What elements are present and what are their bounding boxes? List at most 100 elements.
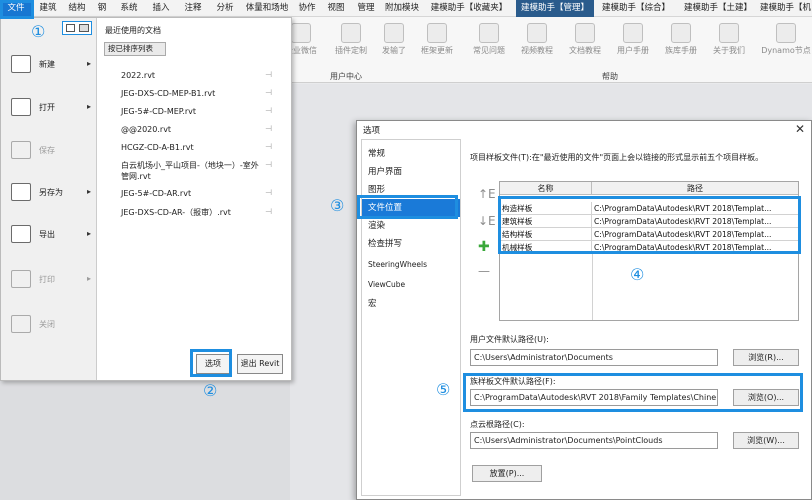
recent-file[interactable]: JEG-DXS-CD-AR-（报审）.rvt — [121, 207, 261, 218]
move-down-icon[interactable]: ↓E — [478, 214, 496, 228]
code-icon — [341, 23, 361, 43]
video-tutorial-button[interactable]: 视频教程 — [516, 23, 558, 56]
file-application-menu: 新建 ▸ 打开 ▸ 保存 另存为 ▸ 导出 ▸ 打印 ▸ 关闭 最近使用的文档 按已排序列… — [0, 17, 292, 381]
chevron-right-icon: ▸ — [86, 187, 91, 196]
chevron-right-icon: ▸ — [86, 274, 91, 283]
plugin-custom-button[interactable]: 插件定制 — [330, 23, 372, 56]
export-icon — [11, 225, 31, 243]
tab-analyze[interactable]: 分析 — [210, 0, 240, 17]
callout-number: ③ — [330, 196, 345, 215]
recent-file[interactable]: HCGZ-CD-A-B1.rvt — [121, 142, 261, 153]
column-divider — [592, 254, 593, 320]
recent-view-toggle[interactable] — [62, 21, 92, 35]
recent-file[interactable]: 2022.rvt — [121, 70, 261, 81]
tab-annotate[interactable]: 注释 — [178, 0, 208, 17]
sort-order-dropdown[interactable]: 按已排序列表 — [104, 42, 166, 56]
export-command[interactable]: 导出 ▸ — [7, 218, 93, 252]
dynamo-icon — [776, 23, 796, 43]
pin-icon[interactable]: ⊣ — [265, 88, 272, 97]
tab-view[interactable]: 视图 — [322, 0, 350, 17]
user-manual-button[interactable]: 用户手册 — [612, 23, 654, 56]
pin-icon[interactable]: ⊣ — [265, 160, 272, 169]
nav-user-interface[interactable]: 用户界面 — [362, 163, 460, 181]
save-icon — [11, 141, 31, 159]
add-icon[interactable]: ✚ — [478, 239, 490, 255]
pin-icon[interactable]: ⊣ — [265, 188, 272, 197]
callout-number: ④ — [630, 265, 645, 284]
info-icon — [719, 23, 739, 43]
tab-insert[interactable]: 插入 — [146, 0, 176, 17]
nav-rendering[interactable]: 渲染 — [362, 217, 460, 235]
tab-architecture[interactable]: 建筑 — [34, 0, 62, 17]
close-command[interactable]: 关闭 — [7, 308, 93, 342]
nav-check-spelling[interactable]: 检查拼写 — [362, 235, 460, 253]
tab-systems[interactable]: 系统 — [114, 0, 144, 17]
recent-file[interactable]: @@2020.rvt — [121, 124, 261, 135]
chevron-right-icon: ▸ — [86, 229, 91, 238]
open-command[interactable]: 打开 ▸ — [7, 91, 93, 125]
highlight-file-locations — [357, 195, 458, 219]
file-menu-commands: 新建 ▸ 打开 ▸ 保存 另存为 ▸ 导出 ▸ 打印 ▸ 关闭 — [1, 18, 97, 380]
column-header-path: 路径 — [592, 182, 798, 195]
folder-icon — [79, 24, 89, 32]
tab-helper-mep[interactable]: 建模助手【机电】 — [760, 0, 812, 17]
remove-icon[interactable]: — — [478, 264, 490, 278]
tab-helper-favorites[interactable]: 建模助手【收藏夹】 — [424, 0, 514, 17]
tab-collaborate[interactable]: 协作 — [294, 0, 320, 17]
tab-steel[interactable]: 钢 — [92, 0, 112, 17]
tab-addins[interactable]: 附加模块 — [382, 0, 422, 17]
nav-general[interactable]: 常规 — [362, 145, 460, 163]
highlight-family-template-path — [463, 373, 803, 412]
new-command[interactable]: 新建 ▸ — [7, 48, 93, 82]
group-help: 帮助 — [602, 72, 618, 81]
feedback-button[interactable]: 发输了 — [373, 23, 415, 56]
tab-helper-civil[interactable]: 建模助手【土建】 — [678, 0, 758, 17]
nav-macros[interactable]: 宏 — [362, 295, 460, 313]
recent-documents-title: 最近使用的文档 — [105, 26, 161, 35]
nav-viewcube[interactable]: ViewCube — [362, 276, 460, 294]
point-cloud-path-label: 点云根路径(C): — [470, 420, 525, 429]
user-path-label: 用户文件默认路径(U): — [470, 335, 549, 344]
family-manual-button[interactable]: 族库手册 — [660, 23, 702, 56]
pin-icon[interactable]: ⊣ — [265, 70, 272, 79]
tab-massing-site[interactable]: 体量和场地 — [242, 0, 292, 17]
tab-structure[interactable]: 结构 — [64, 0, 90, 17]
point-cloud-path-field[interactable]: C:\Users\Administrator\Documents\PointCl… — [470, 432, 718, 449]
save-command[interactable]: 保存 — [7, 134, 93, 168]
recent-file[interactable]: JEG-DXS-CD-MEP-B1.rvt — [121, 88, 261, 99]
column-header-name: 名称 — [500, 182, 592, 195]
dynamo-nodes-button[interactable]: Dynamo节点 — [760, 23, 812, 56]
faq-button[interactable]: 常见问题 — [468, 23, 510, 56]
recent-file[interactable]: 白云机场小_平山项目-（地块一）-室外管网.rvt — [121, 160, 261, 182]
close-document-icon — [11, 315, 31, 333]
pin-icon[interactable]: ⊣ — [265, 106, 272, 115]
pin-icon[interactable]: ⊣ — [265, 207, 272, 216]
framework-update-button[interactable]: 框架更新 — [416, 23, 458, 56]
browse-user-path-button[interactable]: 浏览(R)... — [733, 349, 799, 366]
tab-manage[interactable]: 管理 — [352, 0, 380, 17]
book-icon — [671, 23, 691, 43]
pin-icon[interactable]: ⊣ — [265, 142, 272, 151]
close-icon[interactable]: ✕ — [795, 122, 805, 136]
user-icon — [623, 23, 643, 43]
browse-point-cloud-button[interactable]: 浏览(W)... — [733, 432, 799, 449]
nav-steeringwheels[interactable]: SteeringWheels — [362, 256, 460, 274]
document-icon — [575, 23, 595, 43]
save-as-command[interactable]: 另存为 ▸ — [7, 176, 93, 210]
dialog-title: 选项 — [363, 126, 381, 136]
pin-icon[interactable]: ⊣ — [265, 124, 272, 133]
tab-helper-manage[interactable]: 建模助手【管理】 — [516, 0, 594, 17]
user-path-field[interactable]: C:\Users\Administrator\Documents — [470, 349, 718, 366]
tab-helper-general[interactable]: 建模助手【综合】 — [596, 0, 676, 17]
move-up-icon[interactable]: ↑E — [478, 187, 496, 201]
recent-file[interactable]: JEG-5#-CD-AR.rvt — [121, 188, 261, 199]
highlight-template-rows — [498, 196, 801, 254]
places-button[interactable]: 放置(P)... — [472, 465, 542, 482]
question-icon — [479, 23, 499, 43]
callout-number: ② — [203, 381, 218, 400]
about-us-button[interactable]: 关于我们 — [708, 23, 750, 56]
recent-file[interactable]: JEG-5#-CD-MEP.rvt — [121, 106, 261, 117]
exit-revit-button[interactable]: 退出 Revit — [237, 354, 283, 374]
doc-tutorial-button[interactable]: 文档教程 — [564, 23, 606, 56]
print-command[interactable]: 打印 ▸ — [7, 263, 93, 297]
